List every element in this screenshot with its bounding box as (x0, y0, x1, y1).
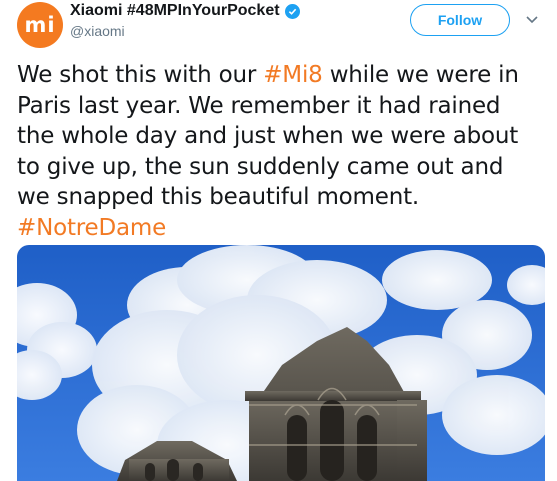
tweet-line: #NotreDame (17, 213, 547, 244)
hashtag-link[interactable]: #NotreDame (17, 215, 166, 241)
photo-illustration (17, 245, 545, 481)
hashtag-link[interactable]: #Mi8 (263, 62, 323, 88)
chevron-down-icon[interactable] (524, 12, 540, 28)
tweet-text: We shot this with our #Mi8 while we were… (17, 60, 547, 243)
tweet-line: we snapped this beautiful moment. (17, 184, 420, 210)
avatar-logo-text: mi (24, 13, 56, 37)
tweet-line: to give up, the sun suddenly came out an… (17, 153, 504, 180)
tweet-text-segment: while we were in (322, 62, 519, 88)
tweet-line: We shot this with our #Mi8 while we were… (17, 60, 547, 91)
user-handle[interactable]: @xiaomi (70, 23, 125, 39)
verified-badge-icon (284, 3, 300, 19)
tweet-line: the whole day and just when we were abou… (17, 123, 519, 149)
tweet-line: Paris last year. We remember it had rain… (17, 92, 501, 119)
follow-button[interactable]: Follow (410, 4, 510, 36)
display-name[interactable]: Xiaomi #48MPInYourPocket (70, 2, 280, 20)
tweet-photo[interactable] (17, 245, 545, 481)
avatar[interactable]: mi (17, 2, 63, 48)
tweet-text-segment: We shot this with our (17, 62, 264, 88)
author-name-row: Xiaomi #48MPInYourPocket (70, 2, 300, 20)
